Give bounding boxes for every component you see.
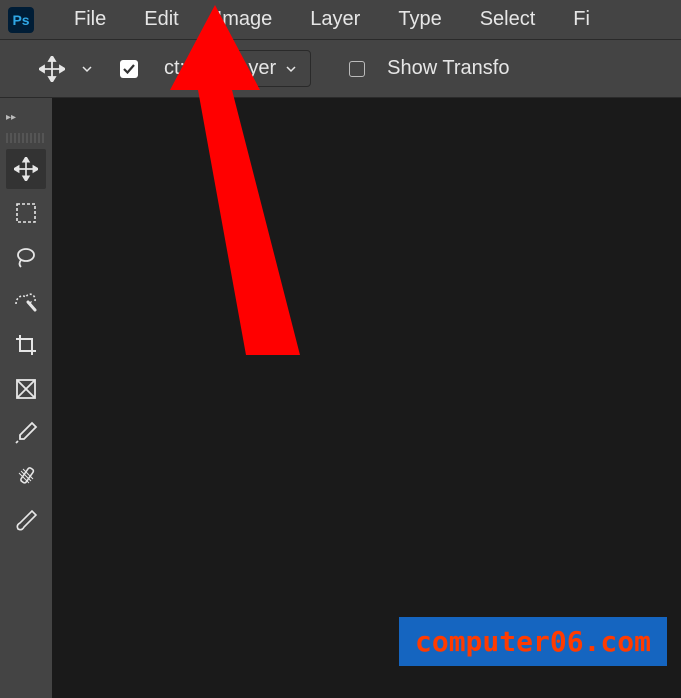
move-tool-icon[interactable] xyxy=(36,53,68,85)
menu-image[interactable]: Image xyxy=(217,8,273,31)
frame-tool[interactable] xyxy=(6,369,46,409)
workspace: ▸▸ xyxy=(0,98,681,698)
canvas-area[interactable] xyxy=(52,98,681,698)
crop-tool[interactable] xyxy=(6,325,46,365)
show-transform-checkbox[interactable] xyxy=(349,61,365,77)
auto-select-dropdown[interactable]: Layer xyxy=(211,50,311,87)
rectangular-marquee-tool[interactable] xyxy=(6,193,46,233)
toolbar: ▸▸ xyxy=(0,98,52,698)
quick-selection-tool[interactable] xyxy=(6,281,46,321)
toolbar-expand-handle[interactable]: ▸▸ xyxy=(0,112,52,123)
show-transform-label-partial: Show Transfo xyxy=(387,57,509,80)
auto-select-value: Layer xyxy=(226,57,276,80)
auto-select-checkbox[interactable] xyxy=(120,60,138,78)
chevron-down-icon[interactable] xyxy=(82,64,92,74)
options-bar: ct: Layer Show Transfo xyxy=(0,40,681,98)
menu-type[interactable]: Type xyxy=(398,8,441,31)
eyedropper-tool[interactable] xyxy=(6,413,46,453)
menu-file[interactable]: File xyxy=(74,8,106,31)
menu-edit[interactable]: Edit xyxy=(144,8,178,31)
menubar: Ps File Edit Image Layer Type Select Fi xyxy=(0,0,681,40)
photoshop-app-icon[interactable]: Ps xyxy=(8,7,34,33)
menu-layer[interactable]: Layer xyxy=(310,8,360,31)
watermark: computer06.com xyxy=(399,617,667,666)
toolbar-grip[interactable] xyxy=(6,133,46,143)
move-tool[interactable] xyxy=(6,149,46,189)
brush-tool[interactable] xyxy=(6,501,46,541)
lasso-tool[interactable] xyxy=(6,237,46,277)
auto-select-label-partial: ct: xyxy=(164,57,185,80)
menu-fi-partial[interactable]: Fi xyxy=(573,8,590,31)
menu-select[interactable]: Select xyxy=(480,8,536,31)
healing-brush-tool[interactable] xyxy=(6,457,46,497)
